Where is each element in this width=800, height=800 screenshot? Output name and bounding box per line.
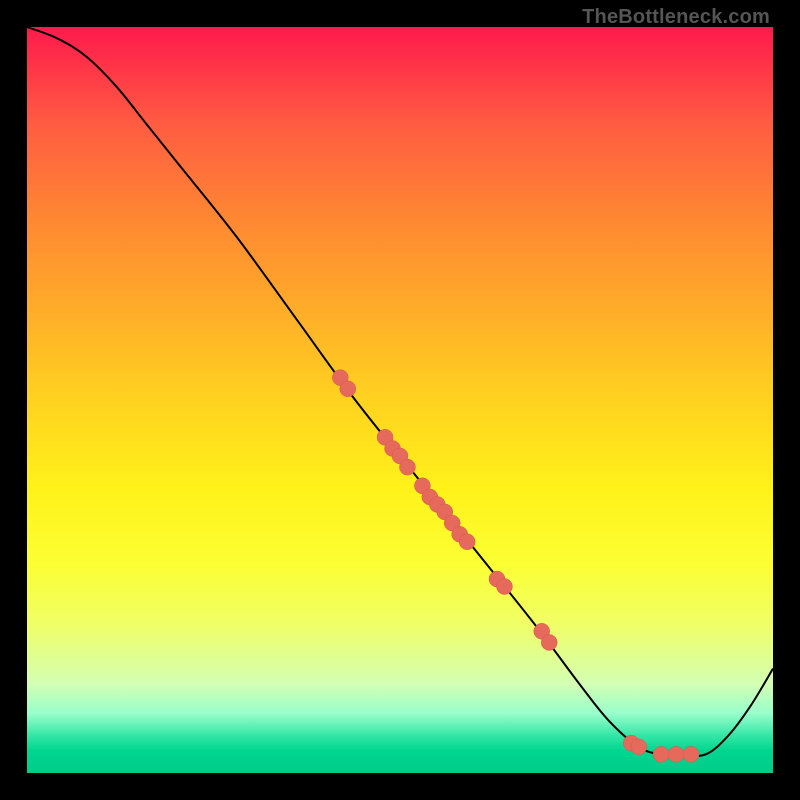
data-point (459, 534, 475, 550)
data-point (399, 459, 415, 475)
data-point (631, 739, 647, 755)
data-point (683, 746, 699, 762)
data-point (496, 579, 512, 595)
data-point (541, 634, 557, 650)
data-point (340, 381, 356, 397)
data-point (653, 746, 669, 762)
data-point (668, 746, 684, 762)
data-points-group (332, 370, 699, 763)
bottleneck-curve (27, 27, 773, 756)
chart-svg (27, 27, 773, 773)
watermark-text: TheBottleneck.com (582, 6, 770, 29)
